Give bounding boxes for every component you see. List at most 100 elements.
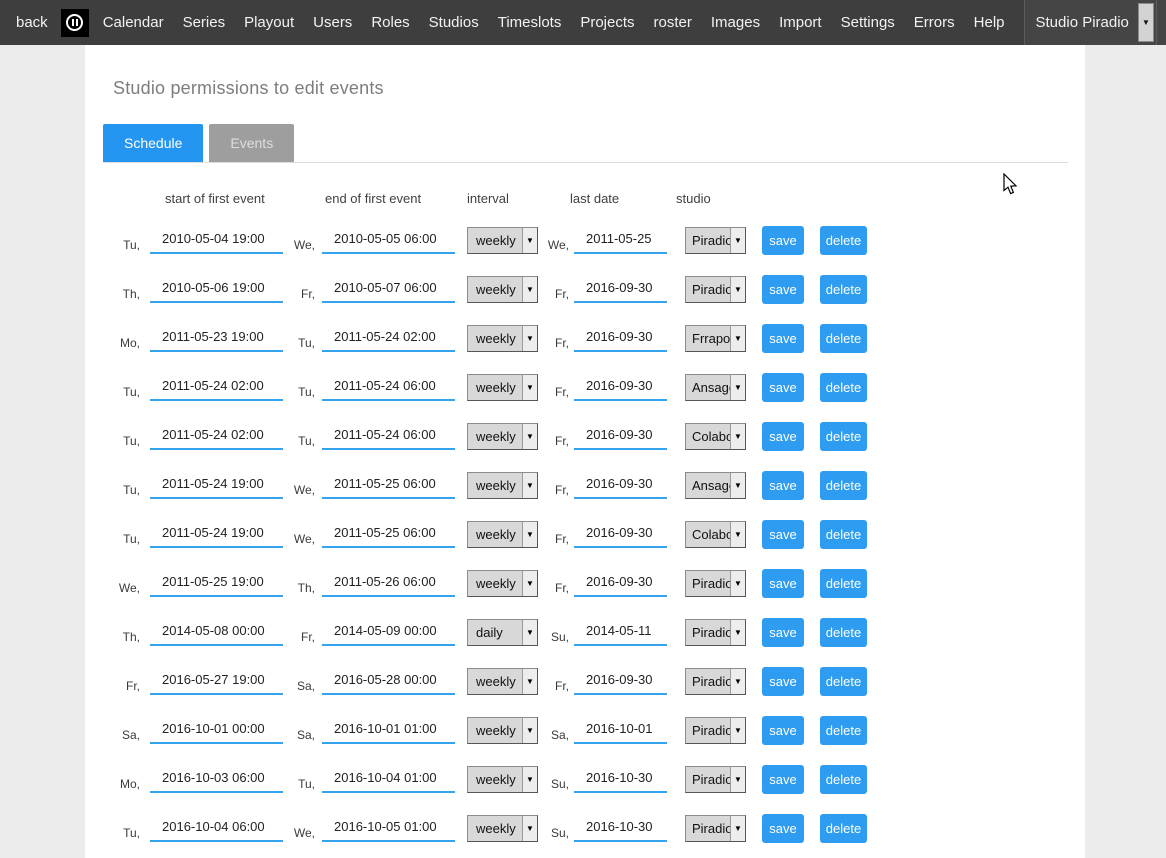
studio-select[interactable]: Ansage ▼ [685,374,746,401]
delete-button[interactable]: delete [820,324,867,353]
last-date-input[interactable] [574,374,667,401]
start-datetime-input[interactable] [150,423,283,450]
save-button[interactable]: save [762,520,804,549]
interval-select[interactable]: weekly ▼ [467,766,538,793]
interval-select[interactable]: weekly ▼ [467,227,538,254]
start-datetime-input[interactable] [150,717,283,744]
chevron-down-icon[interactable]: ▼ [1138,3,1154,42]
interval-select[interactable]: weekly ▼ [467,423,538,450]
interval-select[interactable]: weekly ▼ [467,374,538,401]
start-datetime-input[interactable] [150,766,283,793]
start-datetime-input[interactable] [150,374,283,401]
studio-select[interactable]: Piradio ▼ [685,668,746,695]
end-datetime-input[interactable] [322,766,455,793]
nav-item-roles[interactable]: Roles [371,14,409,31]
start-datetime-input[interactable] [150,619,283,646]
tab-events[interactable]: Events [209,124,294,162]
studio-select[interactable]: Piradio ▼ [685,227,746,254]
delete-button[interactable]: delete [820,520,867,549]
delete-button[interactable]: delete [820,667,867,696]
nav-item-help[interactable]: Help [974,14,1005,31]
studio-select-nav[interactable]: Studio Piradio ▼ [1024,0,1156,45]
last-date-input[interactable] [574,227,667,254]
last-date-input[interactable] [574,570,667,597]
last-date-input[interactable] [574,521,667,548]
save-button[interactable]: save [762,569,804,598]
start-datetime-input[interactable] [150,521,283,548]
interval-select[interactable]: daily ▼ [467,619,538,646]
studio-select[interactable]: Piradio ▼ [685,815,746,842]
delete-button[interactable]: delete [820,765,867,794]
last-date-input[interactable] [574,619,667,646]
start-datetime-input[interactable] [150,570,283,597]
last-date-input[interactable] [574,815,667,842]
nav-item-roster[interactable]: roster [654,14,692,31]
last-date-input[interactable] [574,423,667,450]
end-datetime-input[interactable] [322,423,455,450]
start-datetime-input[interactable] [150,472,283,499]
end-datetime-input[interactable] [322,325,455,352]
start-datetime-input[interactable] [150,276,283,303]
save-button[interactable]: save [762,618,804,647]
nav-item-import[interactable]: Import [779,14,822,31]
save-button[interactable]: save [762,324,804,353]
save-button[interactable]: save [762,422,804,451]
studio-select[interactable]: Piradio ▼ [685,717,746,744]
project-select-nav[interactable]: Project 88vier ▼ [1156,0,1166,45]
start-datetime-input[interactable] [150,227,283,254]
nav-item-series[interactable]: Series [183,14,226,31]
last-date-input[interactable] [574,276,667,303]
interval-select[interactable]: weekly ▼ [467,472,538,499]
tab-schedule[interactable]: Schedule [103,124,203,162]
delete-button[interactable]: delete [820,716,867,745]
interval-select[interactable]: weekly ▼ [467,570,538,597]
end-datetime-input[interactable] [322,521,455,548]
studio-select[interactable]: Ansage ▼ [685,472,746,499]
last-date-input[interactable] [574,717,667,744]
end-datetime-input[interactable] [322,374,455,401]
delete-button[interactable]: delete [820,373,867,402]
start-datetime-input[interactable] [150,815,283,842]
save-button[interactable]: save [762,226,804,255]
station-logo-icon[interactable] [61,9,89,37]
studio-select[interactable]: Colabo ▼ [685,423,746,450]
end-datetime-input[interactable] [322,815,455,842]
last-date-input[interactable] [574,472,667,499]
end-datetime-input[interactable] [322,472,455,499]
save-button[interactable]: save [762,471,804,500]
delete-button[interactable]: delete [820,226,867,255]
end-datetime-input[interactable] [322,619,455,646]
nav-item-projects[interactable]: Projects [580,14,634,31]
end-datetime-input[interactable] [322,276,455,303]
nav-item-errors[interactable]: Errors [914,14,955,31]
end-datetime-input[interactable] [322,570,455,597]
interval-select[interactable]: weekly ▼ [467,276,538,303]
studio-select[interactable]: Frrapo ▼ [685,325,746,352]
delete-button[interactable]: delete [820,471,867,500]
nav-item-timeslots[interactable]: Timeslots [498,14,562,31]
nav-item-calendar[interactable]: Calendar [103,14,164,31]
studio-select[interactable]: Piradio ▼ [685,766,746,793]
interval-select[interactable]: weekly ▼ [467,717,538,744]
delete-button[interactable]: delete [820,422,867,451]
last-date-input[interactable] [574,668,667,695]
end-datetime-input[interactable] [322,668,455,695]
interval-select[interactable]: weekly ▼ [467,325,538,352]
save-button[interactable]: save [762,814,804,843]
end-datetime-input[interactable] [322,717,455,744]
nav-item-images[interactable]: Images [711,14,760,31]
end-datetime-input[interactable] [322,227,455,254]
back-link[interactable]: back [16,14,48,31]
save-button[interactable]: save [762,765,804,794]
nav-item-playout[interactable]: Playout [244,14,294,31]
delete-button[interactable]: delete [820,618,867,647]
save-button[interactable]: save [762,373,804,402]
studio-select[interactable]: Piradio ▼ [685,619,746,646]
delete-button[interactable]: delete [820,814,867,843]
studio-select[interactable]: Piradio ▼ [685,276,746,303]
nav-item-settings[interactable]: Settings [841,14,895,31]
start-datetime-input[interactable] [150,325,283,352]
nav-item-users[interactable]: Users [313,14,352,31]
nav-item-studios[interactable]: Studios [429,14,479,31]
studio-select[interactable]: Piradio ▼ [685,570,746,597]
